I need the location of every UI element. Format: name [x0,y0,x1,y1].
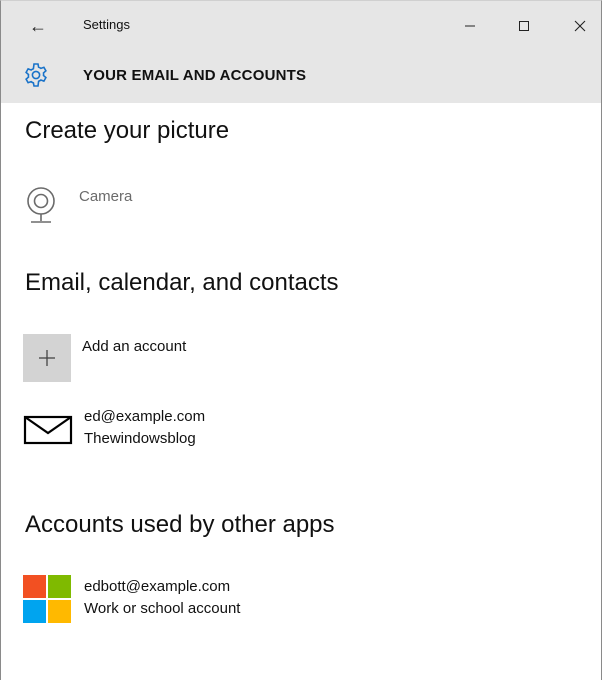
minimize-icon [465,25,475,27]
close-button[interactable] [557,11,603,41]
gear-icon [25,63,47,87]
window-title: Settings [83,17,130,32]
account-item-work[interactable]: edbott@example.com Work or school accoun… [23,575,240,623]
account-item-email[interactable]: ed@example.com Thewindowsblog [23,406,205,456]
section-title-other-apps: Accounts used by other apps [25,511,335,538]
back-arrow-icon[interactable]: ← [23,13,53,39]
maximize-icon [519,21,529,31]
page-title: YOUR EMAIL AND ACCOUNTS [83,67,307,84]
work-account-text: edbott@example.com Work or school accoun… [84,576,240,620]
page-header: YOUR EMAIL AND ACCOUNTS [1,51,601,103]
title-bar: ← Settings [1,1,601,51]
close-icon [574,20,586,32]
add-account-label: Add an account [82,338,187,355]
section-title-create-picture: Create your picture [25,117,230,144]
maximize-button[interactable] [501,11,547,41]
work-account-email: edbott@example.com [84,578,231,595]
logo-green-square [48,575,71,598]
work-account-type: Work or school account [84,600,241,617]
logo-yellow-square [48,600,71,623]
email-account-text: ed@example.com Thewindowsblog [84,406,205,450]
email-account-address: ed@example.com [84,408,206,425]
email-account-name: Thewindowsblog [84,430,196,447]
logo-red-square [23,575,46,598]
add-account-button[interactable]: Add an account [23,334,186,382]
camera-icon [23,184,73,234]
microsoft-logo-icon [23,575,71,623]
settings-window: ← Settings YOUR EMAIL AND ACCOUNTS Creat… [0,0,602,680]
camera-option[interactable]: Camera [23,184,132,234]
mail-icon [23,406,73,456]
camera-label: Camera [79,188,133,205]
add-icon [23,334,71,382]
logo-blue-square [23,600,46,623]
minimize-button[interactable] [447,11,493,41]
section-title-email-calendar-contacts: Email, calendar, and contacts [25,269,339,296]
